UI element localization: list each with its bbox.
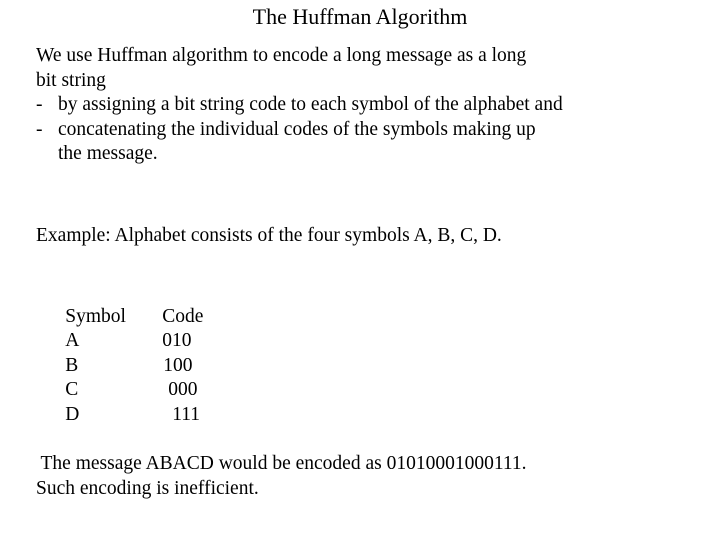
table-row: A 010 — [36, 305, 203, 351]
bullet-label-assigning: by assigning a bit string code to each s… — [58, 94, 563, 116]
slide-canvas: The Huffman Algorithm We use Huffman alg… — [0, 0, 720, 540]
example-block: Example: Alphabet consists of the four s… — [36, 224, 708, 249]
bullet-item-concatenating: - concatenating the individual codes of … — [36, 118, 708, 143]
intro-paragraph-block: We use Huffman algorithm to encode a lon… — [36, 44, 708, 167]
example-line: Example: Alphabet consists of the four s… — [36, 225, 502, 246]
bullet-dash-icon: - — [36, 118, 43, 140]
closing-line-1: The message ABACD would be encoded as 01… — [36, 453, 527, 474]
table-header-row: Symbol Code — [36, 280, 203, 327]
table-row: B 100 — [36, 329, 203, 376]
intro-line-1: We use Huffman algorithm to encode a lon… — [36, 45, 527, 66]
bullet-continuation-concatenating: the message. — [58, 143, 158, 165]
table-row: C 000 — [36, 354, 203, 400]
closing-line-2: Such encoding is inefficient. — [36, 477, 259, 499]
closing-block: The message ABACD would be encoded as 01… — [36, 452, 708, 501]
table-row: D 111 — [36, 378, 203, 425]
cell-symbol: D — [65, 403, 80, 425]
intro-line-2: bit string — [36, 69, 106, 91]
symbol-code-table: Symbol Code A 010 B 100 C 000 D 111 — [36, 280, 203, 425]
cell-code: 111 — [172, 403, 201, 425]
bullet-item-assigning: - by assigning a bit string code to each… — [36, 93, 708, 118]
bullet-label-concatenating: concatenating the individual codes of th… — [58, 118, 536, 140]
page-title: The Huffman Algorithm — [252, 4, 468, 29]
bullet-dash-icon: - — [36, 94, 43, 116]
